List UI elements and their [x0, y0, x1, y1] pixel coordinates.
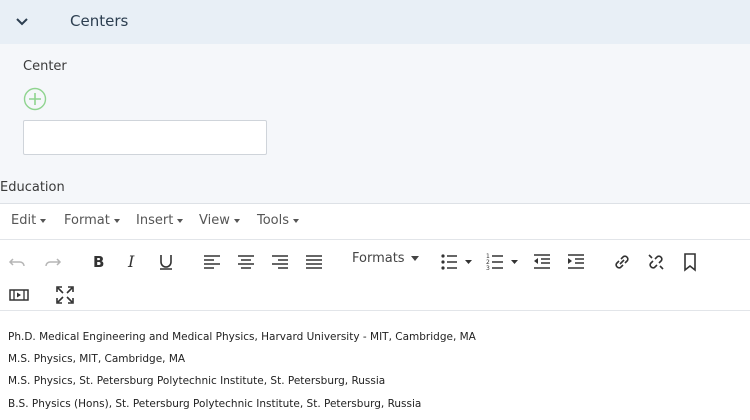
caret-down-icon [410, 256, 419, 261]
centers-section-header[interactable]: Centers [0, 0, 750, 44]
align-left-icon[interactable] [201, 251, 223, 273]
education-line: Ph.D. Medical Engineering and Medical Ph… [8, 331, 476, 343]
link-icon[interactable] [611, 251, 633, 273]
education-line: M.S. Physics, MIT, Cambridge, MA [8, 353, 186, 365]
education-line: B.S. Physics (Hons), St. Petersburg Poly… [8, 398, 422, 410]
education-rich-text-editor[interactable]: Edit Format Insert View Tools B I Format… [0, 203, 750, 420]
unlink-icon[interactable] [645, 251, 667, 273]
menu-tools[interactable]: Tools [257, 213, 300, 228]
media-icon[interactable] [8, 284, 30, 306]
education-line: M.S. Physics, St. Petersburg Polytechnic… [8, 375, 386, 387]
plus-circle-icon [23, 87, 47, 111]
caret-down-icon [177, 218, 184, 223]
caret-down-icon [113, 218, 120, 223]
menu-view[interactable]: View [199, 213, 240, 228]
bullet-list-icon[interactable] [439, 251, 475, 273]
italic-icon[interactable]: I [121, 251, 143, 273]
caret-down-icon [40, 218, 47, 223]
align-center-icon[interactable] [235, 251, 257, 273]
numbered-list-icon[interactable]: 123 [485, 251, 521, 273]
outdent-icon[interactable] [531, 251, 553, 273]
undo-icon[interactable] [7, 251, 29, 273]
bold-icon[interactable]: B [87, 251, 109, 273]
editor-menubar: Edit Format Insert View Tools [0, 204, 750, 240]
add-center-button[interactable] [23, 87, 47, 111]
formats-dropdown[interactable]: Formats [352, 251, 419, 266]
align-right-icon[interactable] [269, 251, 291, 273]
chevron-down-icon[interactable] [14, 14, 30, 30]
svg-text:3: 3 [486, 265, 490, 272]
menu-format[interactable]: Format [64, 213, 120, 228]
indent-icon[interactable] [565, 251, 587, 273]
caret-down-icon [293, 218, 300, 223]
redo-icon[interactable] [41, 251, 63, 273]
menu-insert[interactable]: Insert [136, 213, 184, 228]
caret-down-icon [233, 218, 240, 223]
center-input[interactable] [23, 120, 267, 155]
editor-content[interactable]: Ph.D. Medical Engineering and Medical Ph… [0, 312, 750, 420]
menu-edit[interactable]: Edit [11, 213, 47, 228]
svg-text:B: B [93, 253, 104, 271]
fullscreen-icon[interactable] [54, 284, 76, 306]
bookmark-icon[interactable] [679, 251, 701, 273]
editor-toolbar: B I Formats 123 [0, 241, 750, 311]
svg-text:I: I [127, 252, 135, 271]
section-title: Centers [70, 12, 129, 30]
center-label: Center [23, 59, 67, 74]
education-label: Education [0, 180, 65, 195]
formats-label: Formats [352, 251, 405, 266]
align-justify-icon[interactable] [303, 251, 325, 273]
underline-icon[interactable] [155, 251, 177, 273]
